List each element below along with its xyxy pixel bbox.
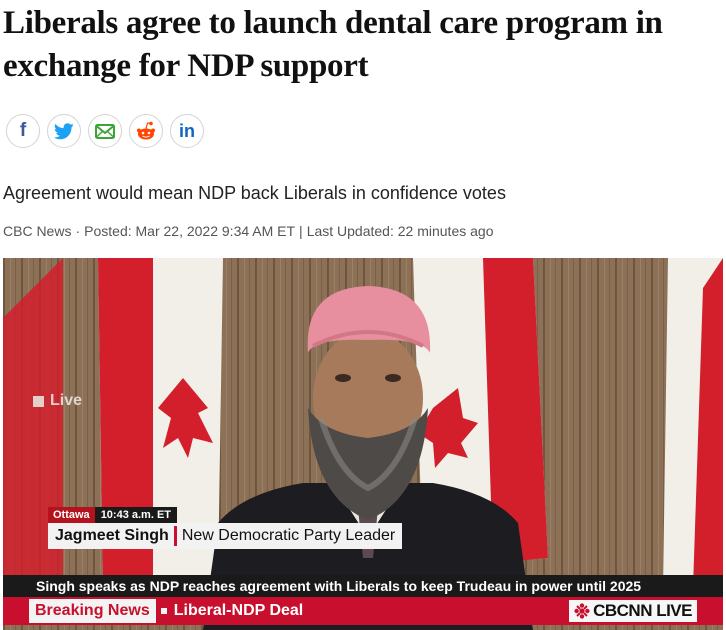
share-email-button[interactable]: [88, 114, 122, 148]
live-label: Live: [50, 392, 83, 409]
article-headline: Liberals agree to launch dental care pro…: [3, 5, 663, 84]
live-square-icon: [33, 395, 44, 407]
share-facebook-button[interactable]: f: [6, 114, 40, 148]
breaking-news-label: Breaking News: [29, 599, 156, 623]
speaker-lower-third: Jagmeet Singh New Democratic Party Leade…: [48, 523, 403, 549]
broadcast-time: 10:43 a.m. ET: [94, 507, 178, 523]
breaking-news-bar: Breaking News Liberal-NDP Deal CBCNN LIV…: [3, 597, 723, 625]
speaker-title: New Democratic Party Leader: [181, 527, 396, 544]
share-reddit-button[interactable]: [129, 114, 163, 148]
name-divider: [173, 526, 177, 546]
twitter-icon: [54, 122, 74, 139]
cbc-gem-icon: [574, 603, 590, 619]
email-icon: [95, 123, 115, 139]
share-bar: f in: [6, 114, 204, 148]
bullet-separator: [160, 608, 167, 614]
news-ticker: Singh speaks as NDP reaches agreement wi…: [3, 575, 723, 597]
byline-posted: Posted: Mar 22, 2022 9:34 AM ET: [84, 223, 296, 239]
breaking-topic: Liberal-NDP Deal: [173, 602, 304, 619]
cbc-news-network-logo: CBCNN LIVE: [569, 600, 697, 622]
byline: CBC News · Posted: Mar 22, 2022 9:34 AM ET…: [3, 223, 494, 239]
article-subtitle: Agreement would mean NDP back Liberals i…: [3, 183, 506, 203]
linkedin-icon: in: [179, 120, 195, 141]
reddit-icon: [137, 121, 155, 140]
share-linkedin-button[interactable]: in: [170, 114, 204, 148]
live-indicator: Live: [33, 392, 82, 410]
byline-updated: Last Updated: 22 minutes ago: [306, 223, 494, 239]
byline-source: CBC News: [3, 223, 72, 239]
speaker-name: Jagmeet Singh: [55, 527, 169, 544]
facebook-icon: f: [19, 120, 27, 141]
location-bar: Ottawa 10:43 a.m. ET: [48, 507, 178, 523]
share-twitter-button[interactable]: [47, 114, 81, 148]
location-label: Ottawa: [48, 507, 95, 523]
brand-label: CBCNN LIVE: [593, 601, 692, 620]
